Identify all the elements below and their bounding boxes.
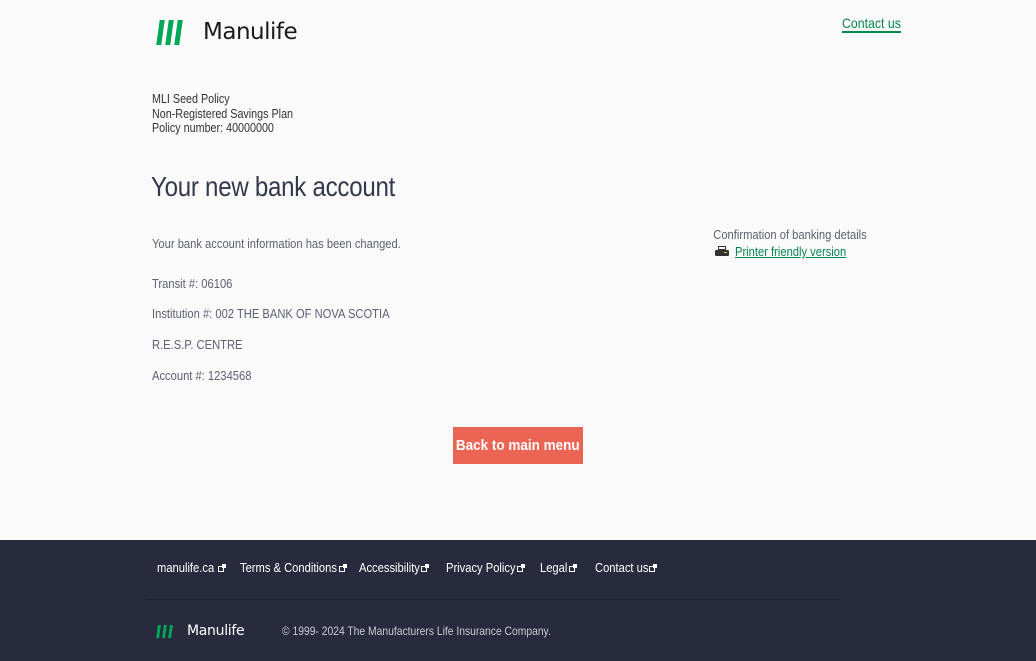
printer-icon xyxy=(715,246,730,257)
manulife-logo[interactable]: Manulife xyxy=(156,19,298,45)
footer-link-manulife-ca[interactable]: manulife.ca xyxy=(157,560,240,575)
policy-number: Policy number: 40000000 xyxy=(152,121,274,135)
page-title: Your new bank account xyxy=(151,171,396,202)
confirmation-message: Your bank account information has been c… xyxy=(152,236,401,251)
manulife-logo-icon xyxy=(156,19,183,45)
printer-friendly-row[interactable]: Printer friendly version xyxy=(690,244,890,259)
institution-number: Institution #: 002 THE BANK OF NOVA SCOT… xyxy=(152,306,390,321)
contact-us-link[interactable]: Contact us xyxy=(842,15,901,33)
external-link-icon xyxy=(420,563,429,572)
policy-info: MLI Seed Policy Non-Registered Savings P… xyxy=(152,92,293,136)
transit-number: Transit #: 06106 xyxy=(152,276,233,291)
footer-link-accessibility[interactable]: Accessibility xyxy=(359,560,446,575)
footer-brand-name: Manulife xyxy=(187,623,245,639)
external-link-icon xyxy=(218,563,227,572)
external-link-icon xyxy=(568,563,577,572)
footer-logo[interactable]: Manulife xyxy=(156,623,245,639)
footer: manulife.ca Terms & Conditions Accessibi… xyxy=(0,540,1036,661)
confirmation-panel: Confirmation of banking details Printer … xyxy=(690,227,890,259)
policy-plan: Non-Registered Savings Plan xyxy=(152,106,294,121)
footer-divider xyxy=(148,599,840,600)
confirmation-label: Confirmation of banking details xyxy=(713,227,867,242)
footer-link-privacy[interactable]: Privacy Policy xyxy=(446,560,540,575)
header: Manulife Contact us xyxy=(0,0,1036,70)
back-to-main-menu-button[interactable]: Back to main menu xyxy=(453,427,583,464)
external-link-icon xyxy=(516,563,525,572)
external-link-icon xyxy=(649,563,658,572)
policy-name: MLI Seed Policy xyxy=(152,92,230,106)
footer-link-terms[interactable]: Terms & Conditions xyxy=(240,560,359,575)
branch-name: R.E.S.P. CENTRE xyxy=(152,337,243,352)
footer-link-contact[interactable]: Contact us xyxy=(595,560,665,575)
manulife-logo-icon xyxy=(156,624,173,638)
footer-link-legal[interactable]: Legal xyxy=(540,560,595,575)
external-link-icon xyxy=(338,563,347,572)
account-number: Account #: 1234568 xyxy=(152,368,252,383)
footer-links: manulife.ca Terms & Conditions Accessibi… xyxy=(157,560,665,575)
copyright: © 1999- 2024 The Manufacturers Life Insu… xyxy=(282,624,551,638)
back-button-label: Back to main menu xyxy=(456,437,580,454)
brand-name: Manulife xyxy=(203,19,298,45)
printer-friendly-link[interactable]: Printer friendly version xyxy=(735,244,846,259)
